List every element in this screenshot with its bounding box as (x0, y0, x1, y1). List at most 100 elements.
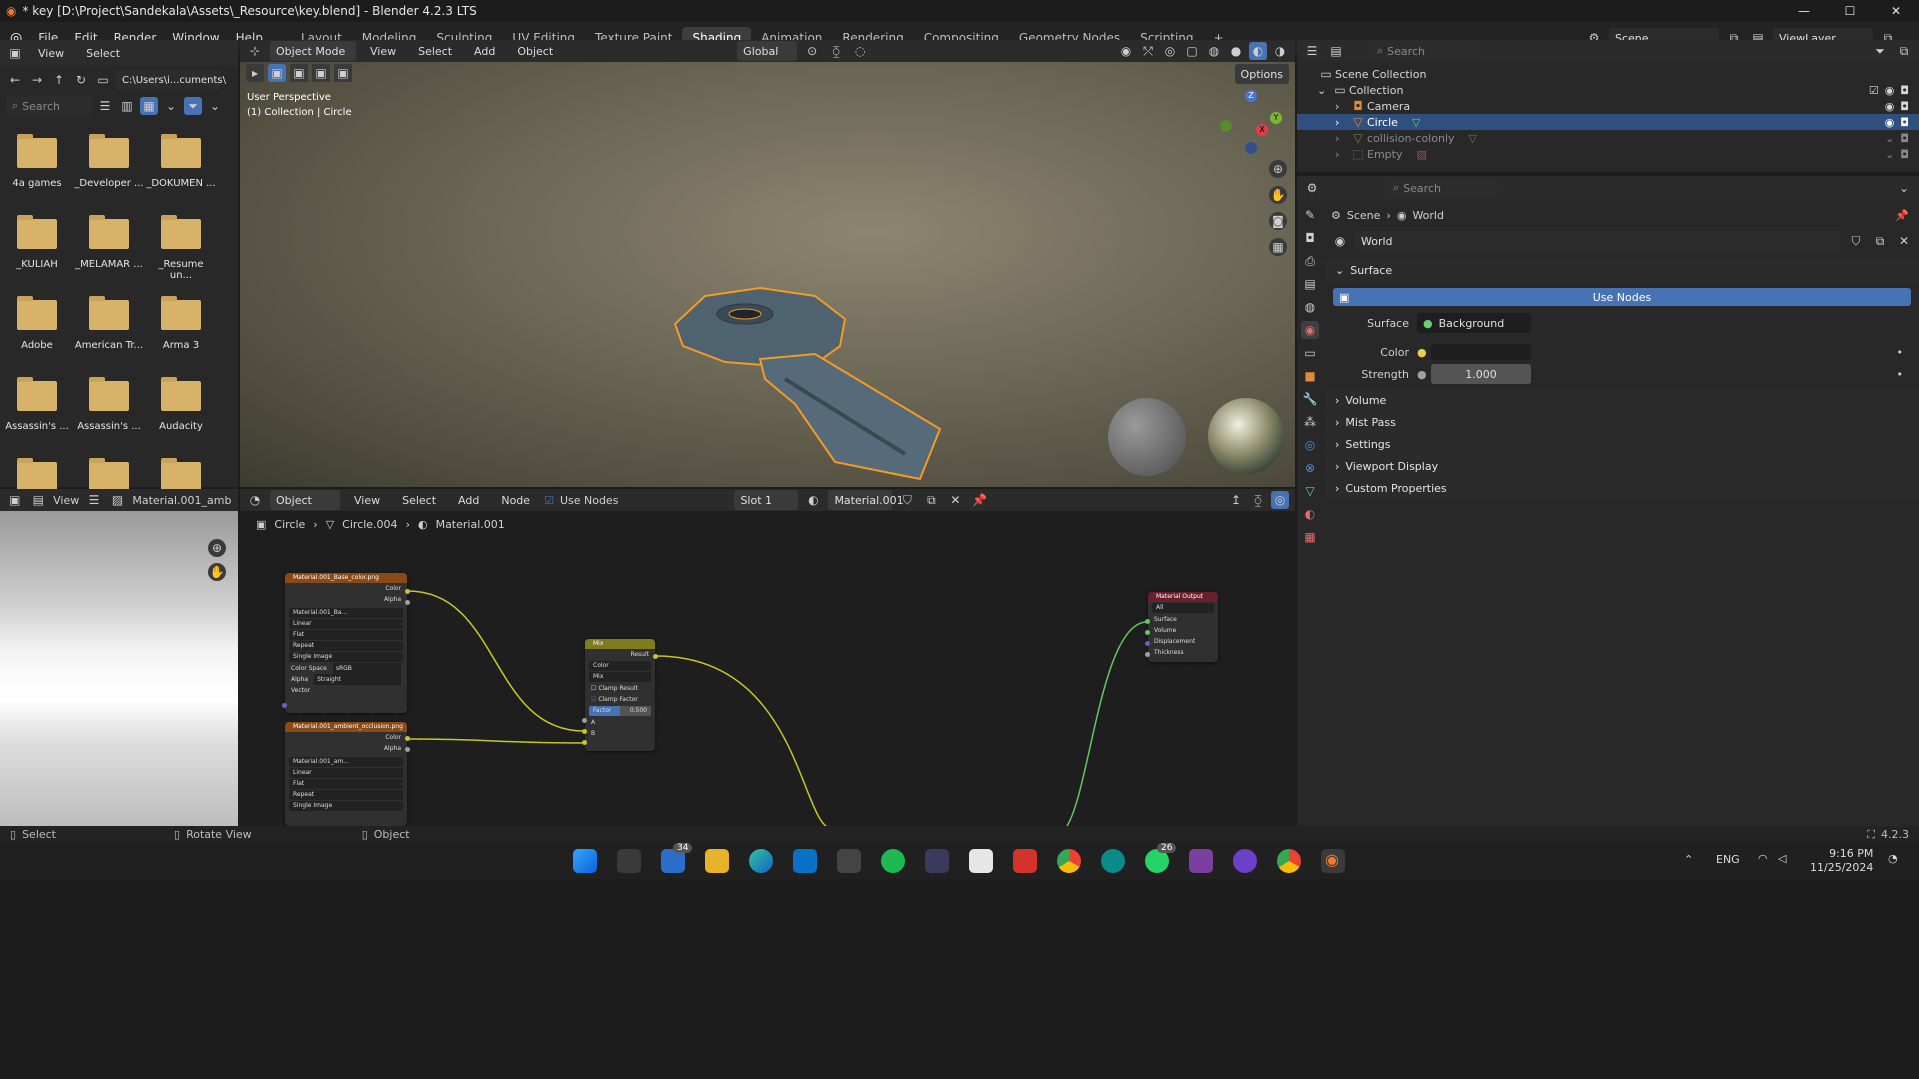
socket-thickness-in[interactable] (1145, 652, 1150, 657)
material-shading-icon[interactable]: ◐ (1249, 42, 1267, 60)
gizmo-y-axis[interactable]: Y (1270, 112, 1282, 124)
zoom-icon[interactable]: ⊕ (208, 539, 226, 557)
constraints-tab-icon[interactable]: ⊗ (1301, 459, 1319, 477)
material-browse-icon[interactable]: ◐ (804, 491, 822, 509)
select-mode-icon[interactable]: ▣ (268, 64, 286, 82)
socket-a-in[interactable] (582, 729, 587, 734)
forward-arrow-icon[interactable]: → (28, 71, 46, 89)
language-indicator[interactable]: ENG (1716, 853, 1740, 866)
close-button[interactable]: ✕ (1873, 0, 1919, 22)
maximize-button[interactable]: ☐ (1827, 0, 1873, 22)
ne-menu-node[interactable]: Node (493, 494, 538, 507)
image-selector[interactable]: Material.001_Ba... (289, 608, 403, 618)
overlay-icon[interactable]: ◎ (1271, 491, 1289, 509)
perspective-grid-icon[interactable]: ▦ (1269, 238, 1287, 256)
world-name-field[interactable]: World (1355, 231, 1841, 251)
socket-alpha-out[interactable] (405, 747, 410, 752)
image-texture-node-ao[interactable]: Material.001_ambient_occlusion.png Color… (285, 722, 410, 826)
new-collection-icon[interactable]: ⧉ (1895, 42, 1913, 60)
outliner-search-input[interactable]: ⌕ Search (1371, 41, 1481, 61)
strength-field[interactable]: 1.000 (1431, 364, 1531, 384)
camera-icon[interactable]: ◘ (1900, 132, 1909, 145)
material-output-node[interactable]: Material Output All Surface Volume Displ… (1145, 592, 1218, 662)
eye-icon[interactable]: ◉ (1885, 100, 1895, 113)
interpolation-dropdown[interactable]: Linear (289, 768, 403, 778)
vp-menu-select[interactable]: Select (410, 45, 460, 58)
chevron-up-icon[interactable]: ⌃ (1684, 853, 1693, 866)
outliner-item-camera[interactable]: › ◘ Camera ◉ ◘ (1297, 98, 1919, 114)
editor-type-icon[interactable]: ▣ (6, 491, 24, 509)
view-layer-tab-icon[interactable]: ▤ (1301, 275, 1319, 293)
github-desktop-icon[interactable] (1233, 849, 1257, 873)
minimize-button[interactable]: — (1781, 0, 1827, 22)
proportional-edit-icon[interactable]: ◌ (851, 42, 869, 60)
snap-icon[interactable]: ⧲ (1249, 491, 1267, 509)
vp-menu-add[interactable]: Add (466, 45, 503, 58)
mail-app-icon[interactable]: 34 (661, 843, 693, 873)
outlook-icon[interactable] (793, 849, 817, 873)
volume-panel-header[interactable]: › Volume (1325, 390, 1919, 412)
eye-closed-icon[interactable]: ⌄ (1885, 132, 1894, 145)
socket-vector-in[interactable] (282, 703, 287, 708)
parent-dir-icon[interactable]: ↑ (50, 71, 68, 89)
key-object[interactable] (665, 284, 955, 484)
socket-surface-in[interactable] (1145, 619, 1150, 624)
chevron-right-icon[interactable]: › (1335, 116, 1349, 129)
volume-icon[interactable]: ◁ (1778, 852, 1786, 865)
socket-factor-in[interactable] (582, 718, 587, 723)
object-type-selector[interactable]: Object (270, 490, 340, 510)
socket-alpha-out[interactable] (405, 600, 410, 605)
settings-panel-header[interactable]: › Settings (1325, 434, 1919, 456)
projection-dropdown[interactable]: Flat (289, 779, 403, 789)
keyframe-dot-icon[interactable]: • (1897, 368, 1904, 381)
pan-hand-icon[interactable]: ✋ (1269, 186, 1287, 204)
world-browse-icon[interactable]: ◉ (1331, 232, 1349, 250)
wps-office-icon[interactable] (1013, 849, 1037, 873)
refresh-icon[interactable]: ↻ (72, 71, 90, 89)
filter-icon[interactable]: ⏷ (1871, 42, 1889, 60)
outliner-item-empty[interactable]: › ⬚ Empty ▨ ⌄ ◘ (1297, 146, 1919, 162)
surface-panel-header[interactable]: ⌄ Surface (1325, 260, 1919, 282)
mode-selector[interactable]: Object Mode (270, 41, 356, 61)
wireframe-shading-icon[interactable]: ◍ (1205, 42, 1223, 60)
viewport-display-panel-header[interactable]: › Viewport Display (1325, 456, 1919, 478)
camera-icon[interactable]: ◘ (1900, 148, 1909, 161)
xray-icon[interactable]: ▢ (1183, 42, 1201, 60)
scene-tab-icon[interactable]: ◍ (1301, 298, 1319, 316)
factor-slider[interactable]: Factor 0.500 (589, 706, 651, 716)
davinci-resolve-icon[interactable] (925, 849, 949, 873)
select-subtract-icon[interactable]: ▣ (312, 64, 330, 82)
task-view-icon[interactable] (617, 849, 641, 873)
3d-viewport[interactable]: ▸ ▣ ▣ ▣ ▣ Options User Perspective (1) C… (240, 62, 1295, 487)
material-tab-icon[interactable]: ◐ (1301, 505, 1319, 523)
eye-closed-icon[interactable]: ⌄ (1885, 148, 1894, 161)
list-vertical-icon[interactable]: ☰ (96, 97, 114, 115)
color-space-value[interactable]: sRGB (332, 663, 401, 674)
texture-tab-icon[interactable]: ▦ (1301, 528, 1319, 546)
physics-tab-icon[interactable]: ◎ (1301, 436, 1319, 454)
eye-icon[interactable]: ◉ (1885, 84, 1895, 97)
chevron-down-icon[interactable]: ⌄ (162, 97, 180, 115)
mix-node[interactable]: Mix Result Color Mix ☐ Clamp Result ☑ Cl… (582, 639, 658, 751)
image-editor-canvas[interactable]: ⊕ ✋ (0, 511, 238, 826)
unlink-icon[interactable]: ✕ (946, 491, 964, 509)
list-horizontal-icon[interactable]: ▥ (118, 97, 136, 115)
blend-mode-dropdown[interactable]: Mix (589, 672, 651, 682)
chevron-right-icon[interactable]: › (1335, 132, 1349, 145)
folder-item[interactable]: Assassin's ... (74, 377, 144, 432)
eye-icon[interactable]: ◉ (1885, 116, 1895, 129)
collection-tab-icon[interactable]: ▭ (1301, 344, 1319, 362)
image-name[interactable]: Material.001_ambi (132, 494, 232, 507)
chevron-down-icon[interactable]: ⌄ (1895, 179, 1913, 197)
affinity-icon[interactable] (1189, 849, 1213, 873)
material-name-field[interactable]: Material.001 (828, 490, 904, 510)
source-dropdown[interactable]: Single Image (289, 652, 403, 662)
solid-shading-icon[interactable]: ● (1227, 42, 1245, 60)
notepad-icon[interactable] (969, 849, 993, 873)
node-canvas[interactable]: Material.001_Base_color.png Color Alpha … (240, 537, 1295, 826)
folder-item[interactable]: Audacity (146, 377, 216, 432)
camera-icon[interactable]: ◘ (1900, 84, 1909, 97)
microsoft-store-icon[interactable] (837, 849, 861, 873)
ne-menu-select[interactable]: Select (394, 494, 444, 507)
rendered-shading-icon[interactable]: ◑ (1271, 42, 1289, 60)
